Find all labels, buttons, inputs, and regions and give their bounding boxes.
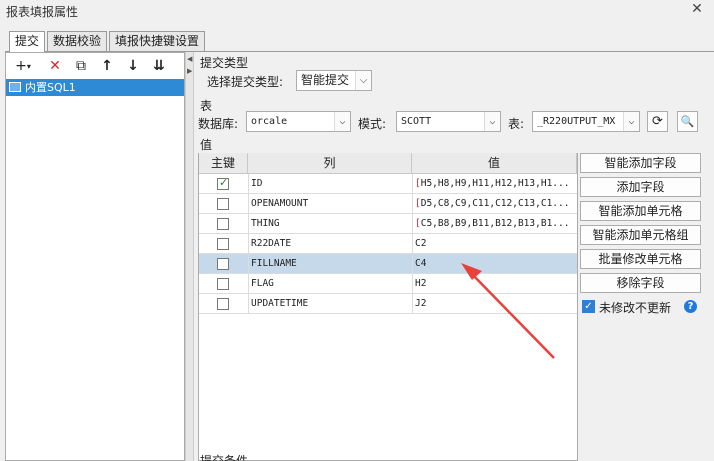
- sql-list-panel: [5, 52, 185, 461]
- delete-icon[interactable]: ✕: [45, 57, 65, 75]
- no-update-unchanged-checkbox[interactable]: ✓: [582, 300, 595, 313]
- value-section: 值: [200, 138, 213, 152]
- value-cell[interactable]: [H5,H8,H9,H11,H12,H13,H1...: [413, 174, 576, 193]
- close-icon[interactable]: ✕: [690, 2, 704, 16]
- table-section: 表: [200, 99, 213, 113]
- value-cell[interactable]: C4: [413, 254, 576, 273]
- refresh-icon[interactable]: ⟳: [647, 111, 668, 132]
- table-select[interactable]: _R220UTPUT_MX ⌵: [532, 111, 640, 132]
- header-column[interactable]: 列: [248, 153, 412, 174]
- table-row[interactable]: ID [H5,H8,H9,H11,H12,H13,H1...: [199, 174, 577, 194]
- table-row[interactable]: OPENAMOUNT [D5,C8,C9,C11,C12,C13,C1...: [199, 194, 577, 214]
- value-cell[interactable]: [D5,C8,C9,C11,C12,C13,C1...: [413, 194, 576, 213]
- column-cell[interactable]: R22DATE: [249, 234, 409, 253]
- value-cell[interactable]: J2: [413, 294, 576, 313]
- primary-key-checkbox[interactable]: [217, 278, 229, 290]
- database-value: orcale: [251, 116, 288, 127]
- expand-right-icon[interactable]: ▶: [187, 67, 192, 75]
- chevron-down-icon: ⌵: [334, 112, 350, 131]
- help-icon[interactable]: ?: [684, 300, 697, 313]
- preview-icon[interactable]: 🔍: [677, 111, 698, 132]
- value-cell[interactable]: C2: [413, 234, 576, 253]
- schema-value: SCOTT: [401, 116, 432, 127]
- column-cell[interactable]: FLAG: [249, 274, 409, 293]
- batch-edit-cell-button[interactable]: 批量修改单元格: [580, 249, 701, 269]
- primary-key-checkbox[interactable]: [217, 176, 229, 190]
- table-row-selected[interactable]: FILLNAME C4: [199, 254, 577, 274]
- column-cell[interactable]: ID: [249, 174, 409, 193]
- smart-add-cell-button[interactable]: 智能添加单元格: [580, 201, 701, 221]
- move-up-icon[interactable]: ↑: [97, 57, 117, 75]
- tab-shortcut-settings[interactable]: 填报快捷键设置: [109, 31, 206, 51]
- no-update-unchanged-label: 未修改不更新: [599, 301, 672, 315]
- smart-add-field-button[interactable]: 智能添加字段: [580, 153, 701, 173]
- sort-icon[interactable]: ⇊: [149, 57, 169, 75]
- primary-key-checkbox[interactable]: [217, 258, 229, 270]
- table-row[interactable]: FLAG H2: [199, 274, 577, 294]
- database-select[interactable]: orcale ⌵: [246, 111, 351, 132]
- table-row[interactable]: R22DATE C2: [199, 234, 577, 254]
- submit-type-value: 智能提交: [301, 73, 350, 87]
- schema-select[interactable]: SCOTT ⌵: [396, 111, 501, 132]
- column-divider: [248, 174, 249, 314]
- tab-data-validation[interactable]: 数据校验: [47, 31, 108, 51]
- table-row[interactable]: THING [C5,B8,B9,B11,B12,B13,B1...: [199, 214, 577, 234]
- add-field-button[interactable]: 添加字段: [580, 177, 701, 197]
- column-cell[interactable]: FILLNAME: [249, 254, 409, 273]
- chevron-down-icon: ⌵: [484, 112, 500, 131]
- add-icon[interactable]: +▾: [10, 57, 36, 75]
- schema-label: 模式:: [358, 117, 387, 131]
- value-cell[interactable]: [C5,B8,B9,B11,B12,B13,B1...: [413, 214, 576, 233]
- table-label: 表:: [508, 117, 525, 131]
- table-row[interactable]: UPDATETIME J2: [199, 294, 577, 314]
- value-cell[interactable]: H2: [413, 274, 576, 293]
- column-cell[interactable]: UPDATETIME: [249, 294, 409, 313]
- tree-item-label: 内置SQL1: [25, 81, 76, 94]
- smart-add-cell-group-button[interactable]: 智能添加单元格组: [580, 225, 701, 245]
- table-icon: [9, 82, 21, 92]
- header-value[interactable]: 值: [412, 153, 577, 174]
- primary-key-checkbox[interactable]: [217, 238, 229, 250]
- remove-field-button[interactable]: 移除字段: [580, 273, 701, 293]
- chevron-down-icon: ⌵: [355, 71, 371, 90]
- submit-type-select[interactable]: 智能提交 ⌵: [296, 70, 372, 91]
- db-label: 数据库:: [198, 117, 239, 131]
- splitter[interactable]: ◀ ▶: [185, 52, 194, 461]
- primary-key-checkbox[interactable]: [217, 218, 229, 230]
- chevron-down-icon: ⌵: [623, 112, 639, 131]
- submit-type-label: 选择提交类型:: [207, 75, 284, 89]
- submit-type-section: 提交类型: [200, 56, 249, 70]
- header-primary-key[interactable]: 主键: [199, 153, 248, 174]
- table-value: _R220UTPUT_MX: [537, 116, 616, 127]
- column-cell[interactable]: OPENAMOUNT: [249, 194, 409, 213]
- copy-icon[interactable]: ⧉: [71, 57, 91, 75]
- column-cell[interactable]: THING: [249, 214, 409, 233]
- window-title: 报表填报属性: [6, 5, 79, 19]
- move-down-icon[interactable]: ↓: [123, 57, 143, 75]
- primary-key-checkbox[interactable]: [217, 198, 229, 210]
- tab-submit[interactable]: 提交: [9, 31, 46, 52]
- column-divider: [412, 174, 413, 314]
- collapse-left-icon[interactable]: ◀: [187, 55, 192, 63]
- tree-item-builtin-sql[interactable]: 内置SQL1: [6, 79, 184, 96]
- primary-key-checkbox[interactable]: [217, 298, 229, 310]
- submit-condition-section: 提交条件: [200, 454, 249, 461]
